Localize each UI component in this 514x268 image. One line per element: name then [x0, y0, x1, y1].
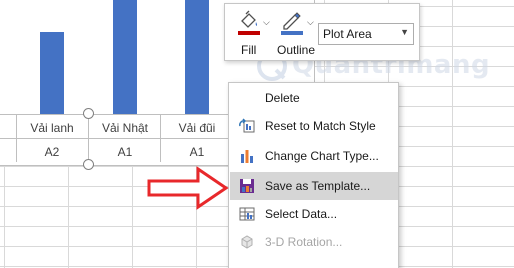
fill-color-bar [238, 31, 260, 35]
chart-resize-handle[interactable] [83, 159, 94, 170]
fill-dropdown-chevron-icon[interactable]: ⌵ [263, 17, 270, 28]
menu-item-label: Delete [265, 91, 300, 105]
menu-item-3d-rotation: 3-D Rotation... [230, 228, 398, 256]
format-mini-toolbar: ⌵ Fill ⌵ Outline Plot Area ▼ [224, 3, 420, 61]
reset-style-icon [239, 118, 255, 133]
fill-label: Fill [241, 43, 257, 57]
menu-item-label: Select Data... [265, 207, 338, 221]
chevron-down-icon: ▼ [400, 27, 409, 37]
context-menu: Delete Reset to Match Style Change Chart… [228, 82, 399, 268]
x-axis-label: Vải lanh [30, 121, 74, 135]
menu-item-select-data[interactable]: Select Data... [230, 200, 398, 228]
outline-label: Outline [277, 43, 316, 57]
menu-item-label: Reset to Match Style [265, 119, 376, 133]
chart-bar-vai-lanh[interactable] [40, 32, 64, 114]
x-axis-label: Vải Nhật [101, 121, 149, 135]
x-axis-group-label: A1 [117, 145, 133, 159]
outline-dropdown-chevron-icon[interactable]: ⌵ [307, 17, 314, 28]
chart-element-select[interactable]: Plot Area ▼ [318, 23, 414, 45]
outline-color-bar [281, 31, 303, 35]
chart-resize-handle[interactable] [83, 108, 94, 119]
menu-item-label: Change Chart Type... [265, 149, 379, 163]
3d-rotation-icon [241, 235, 253, 249]
x-axis-group-label: A2 [44, 145, 60, 159]
outline-pen-icon [283, 12, 301, 30]
outline-button[interactable]: ⌵ Outline [277, 8, 317, 58]
red-arrow-icon [147, 166, 229, 210]
menu-item-delete[interactable]: Delete [230, 84, 398, 112]
x-axis-label: Vải đũi [178, 121, 216, 135]
paint-bucket-icon [241, 10, 258, 28]
save-template-icon [240, 179, 254, 193]
fill-button[interactable]: ⌵ Fill [235, 8, 271, 58]
chart-bar-vai-dui[interactable] [185, 0, 209, 114]
menu-item-change-chart-type[interactable]: Change Chart Type... [230, 142, 398, 170]
menu-item-label: 3-D Rotation... [265, 235, 343, 249]
chart-bar-vai-nhat[interactable] [113, 0, 137, 114]
select-data-icon [239, 207, 255, 221]
menu-item-save-as-template[interactable]: Save as Template... [230, 172, 398, 200]
chart-element-value: Plot Area [323, 27, 372, 41]
chart-type-icon [241, 150, 253, 163]
menu-item-label: Save as Template... [265, 179, 371, 193]
x-axis-group-label: A1 [189, 145, 205, 159]
menu-item-reset-style[interactable]: Reset to Match Style [230, 112, 398, 140]
